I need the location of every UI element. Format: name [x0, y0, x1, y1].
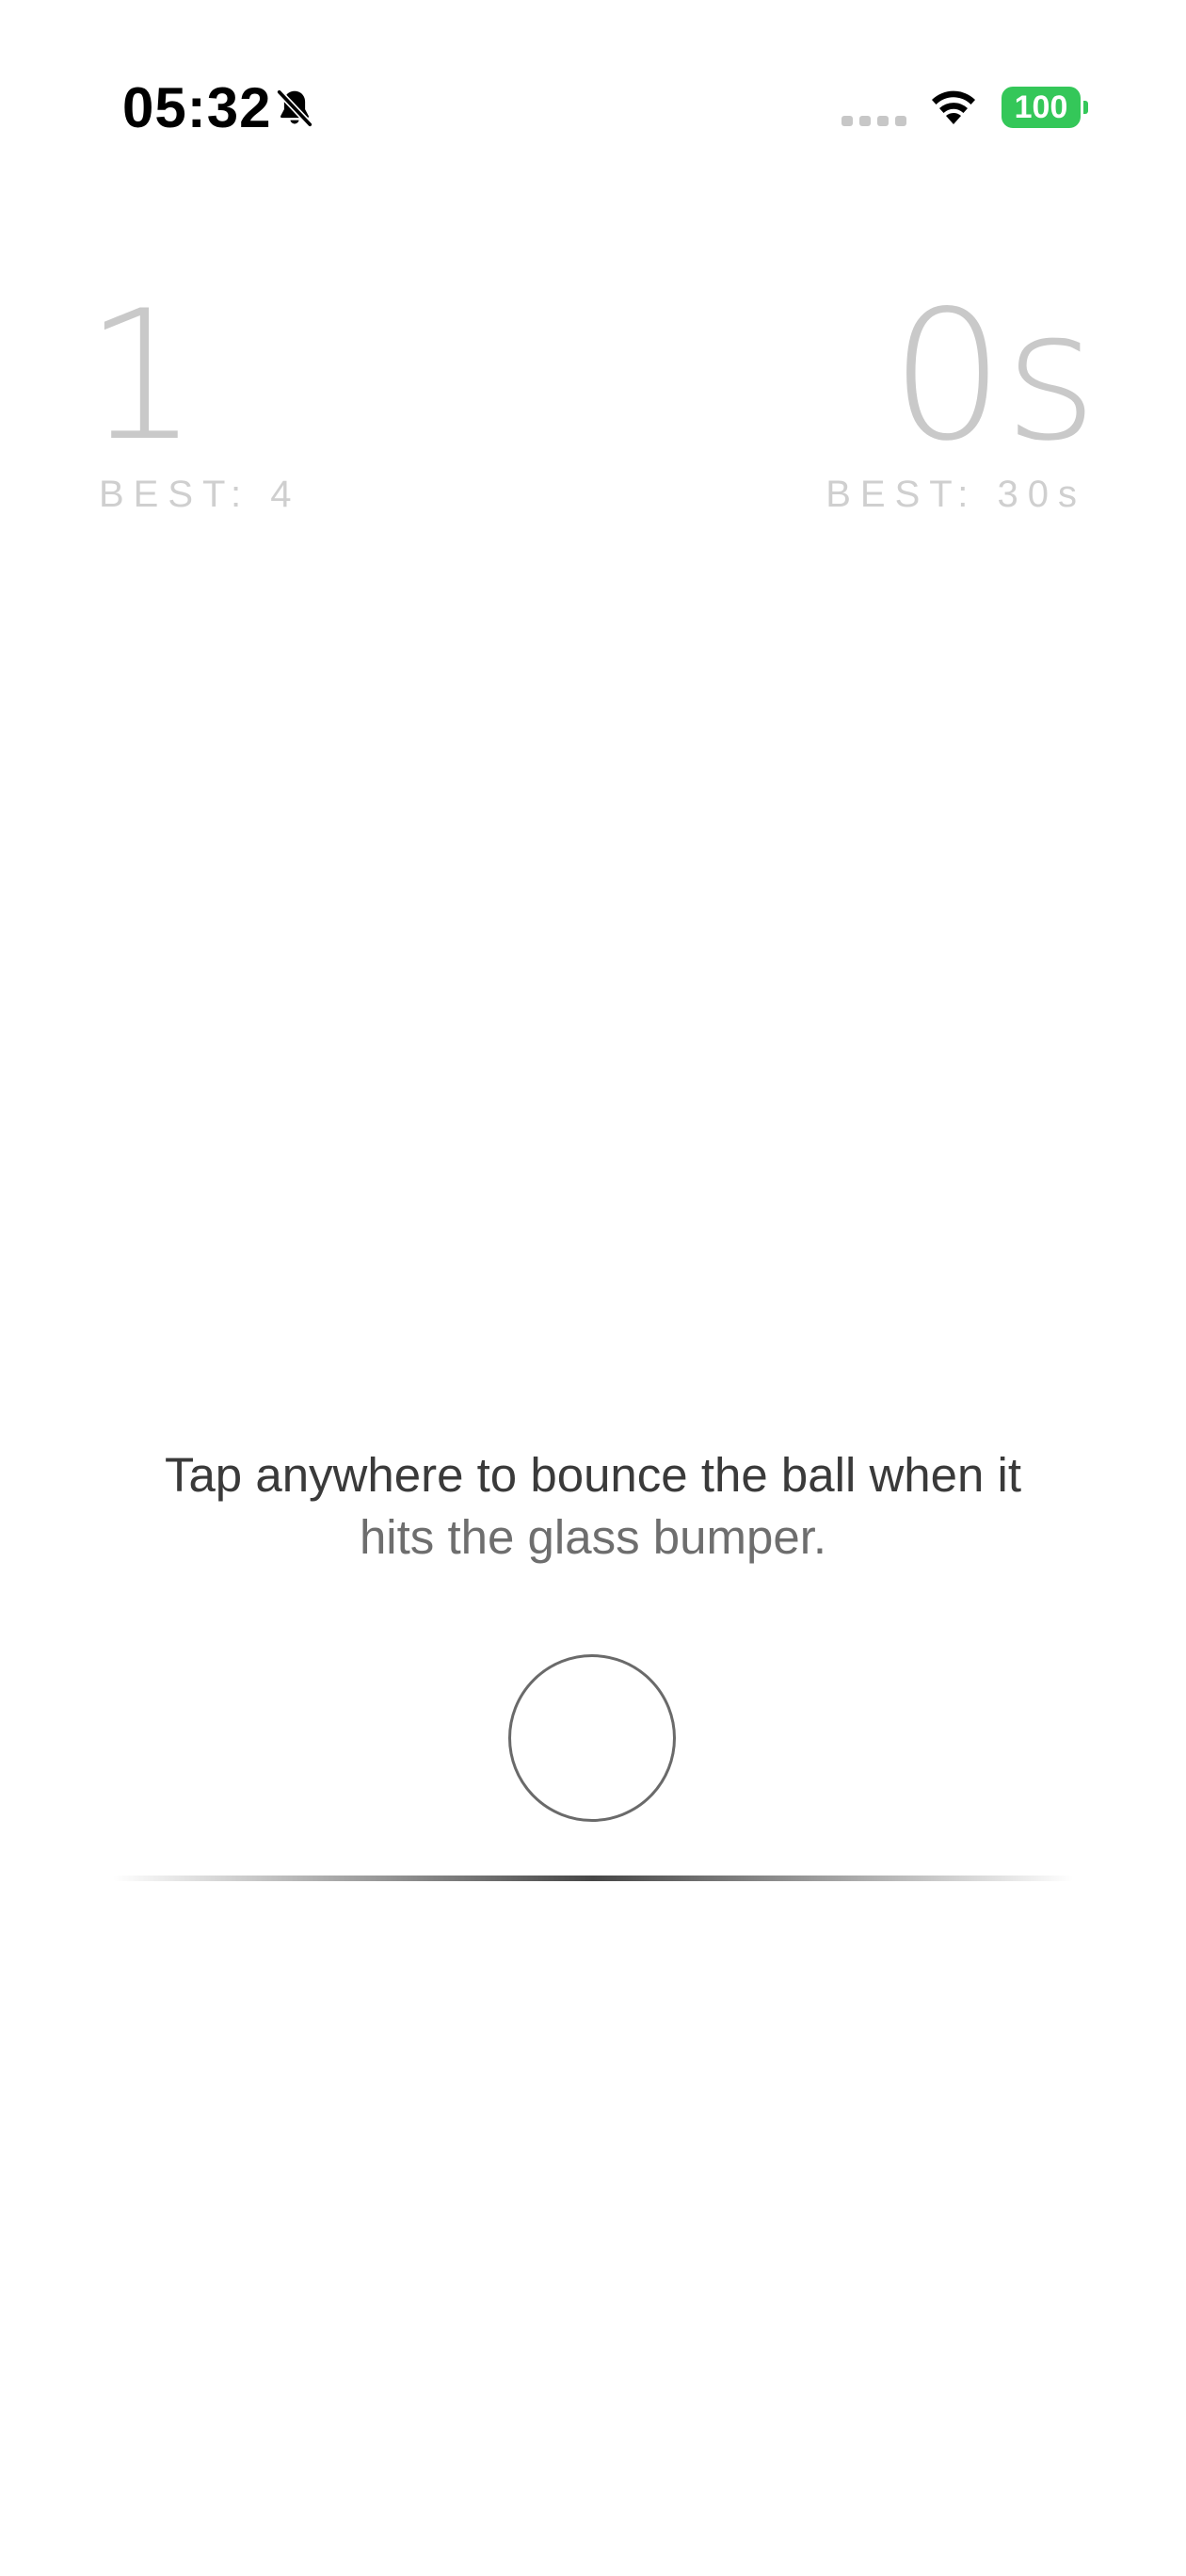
game-screen[interactable]: 05:32 100 1 BEST: 4 0s BEST: 30s Tap any… [0, 0, 1186, 2576]
bell-slash-icon [276, 89, 313, 128]
battery-cap [1083, 101, 1088, 114]
status-time: 05:32 [122, 76, 272, 139]
ball [508, 1654, 676, 1822]
battery-level: 100 [1002, 87, 1081, 128]
battery-icon: 100 [1002, 87, 1088, 128]
wifi-icon [932, 90, 975, 124]
best-time-label: BEST: 30s [825, 474, 1086, 515]
current-time: 0s [890, 272, 1098, 480]
best-score-label: BEST: 4 [99, 474, 301, 515]
cellular-signal-icon [841, 116, 906, 126]
current-score: 1 [85, 272, 199, 480]
instructions-text: Tap anywhere to bounce the ball when it … [0, 1444, 1186, 1569]
status-bar: 05:32 100 [0, 0, 1186, 217]
glass-bumper [113, 1876, 1073, 1881]
instructions-line-1: Tap anywhere to bounce the ball when it [164, 1448, 1022, 1502]
instructions-line-2: hits the glass bumper. [359, 1510, 827, 1564]
